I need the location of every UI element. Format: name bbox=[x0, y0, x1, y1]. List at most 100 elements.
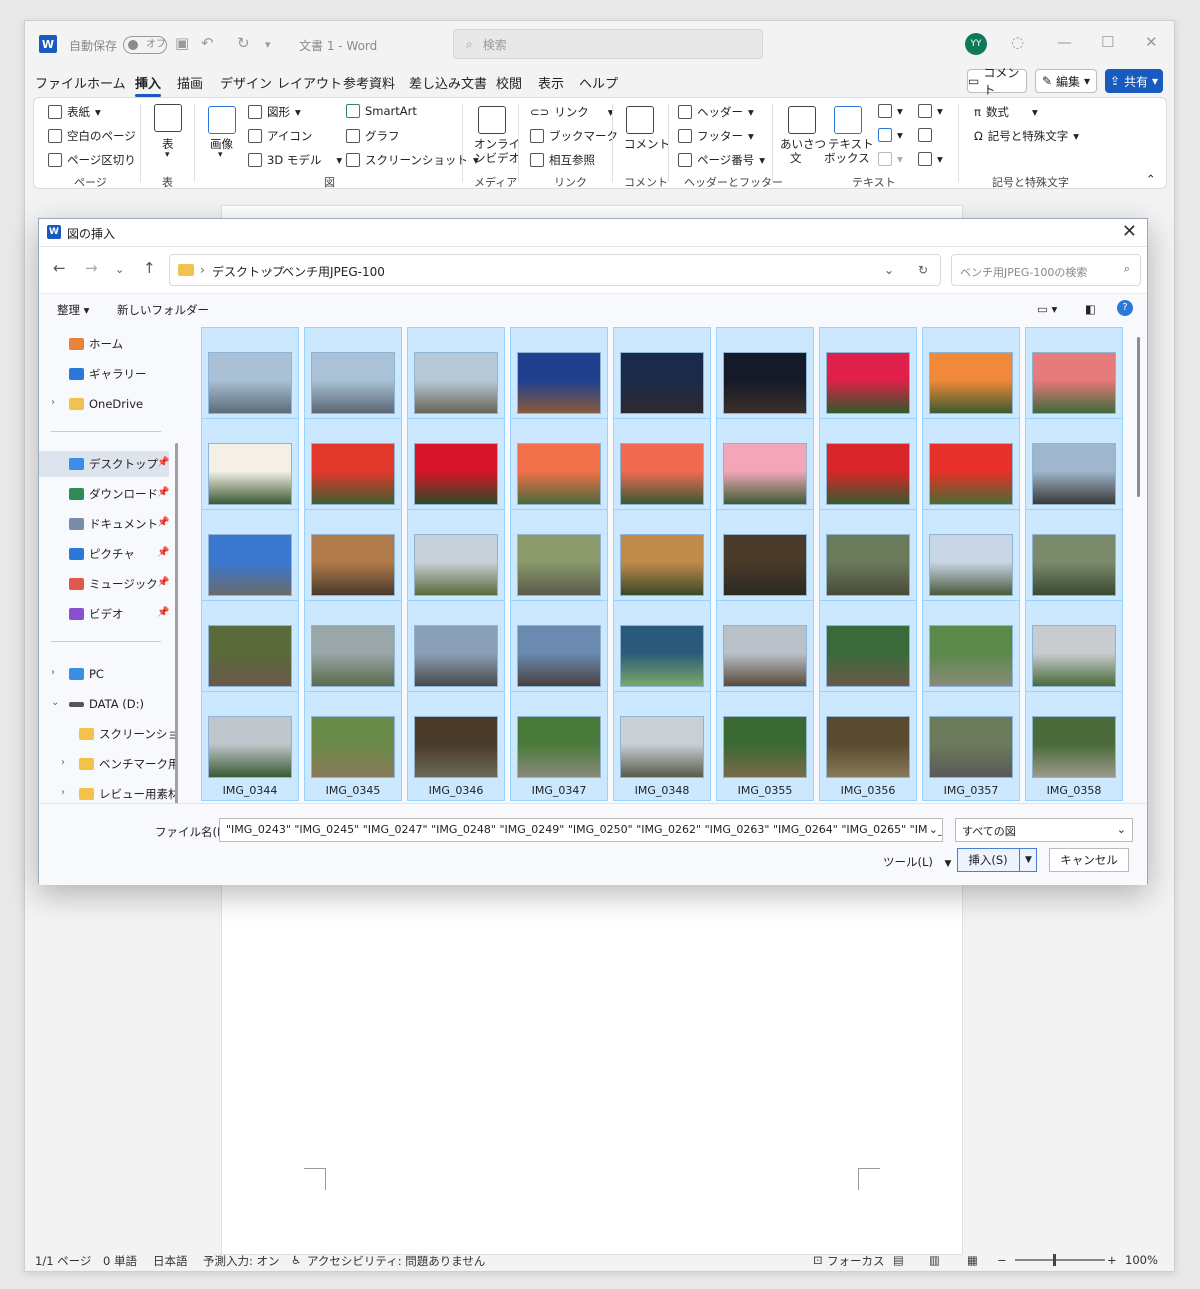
chevron-down-icon[interactable]: ▾ bbox=[218, 150, 223, 160]
drop-cap-button[interactable]: ▾ bbox=[878, 152, 903, 166]
object-button[interactable]: ▾ bbox=[918, 152, 943, 166]
chart-button[interactable]: グラフ bbox=[346, 128, 400, 144]
tab-draw[interactable]: 描画 bbox=[177, 73, 203, 92]
smartart-button[interactable]: SmartArt bbox=[346, 104, 417, 118]
comment-button[interactable]: ▭ コメント bbox=[967, 66, 1027, 97]
save-icon[interactable]: ▣ bbox=[175, 34, 189, 52]
pin-icon[interactable]: 📌 bbox=[157, 457, 169, 468]
autosave[interactable]: 自動保存 オフ bbox=[69, 36, 168, 54]
blank-page-button[interactable]: 空白のページ bbox=[48, 128, 136, 144]
lightbulb-icon[interactable]: ◌ bbox=[1011, 33, 1024, 51]
accessibility-status[interactable]: アクセシビリティ: 問題ありません bbox=[307, 1253, 485, 1269]
pin-icon[interactable]: 📌 bbox=[157, 577, 169, 588]
breadcrumb-desktop[interactable]: デスクトップ bbox=[212, 263, 284, 280]
folder-search-input[interactable]: ベンチ用JPEG-100の検索 ⌕ bbox=[951, 254, 1141, 286]
pin-icon[interactable]: 📌 bbox=[157, 547, 169, 558]
nav-item-music[interactable]: ミュージック bbox=[39, 571, 169, 597]
tab-insert[interactable]: 挿入 bbox=[135, 73, 162, 97]
wordart-button[interactable]: ▾ bbox=[878, 128, 903, 142]
cancel-button[interactable]: キャンセル bbox=[1049, 848, 1129, 872]
address-dropdown-icon[interactable]: ⌄ bbox=[884, 263, 894, 277]
new-comment-label[interactable]: コメント bbox=[624, 136, 670, 152]
screenshot-button[interactable]: スクリーンショット ▾ bbox=[346, 152, 479, 168]
file-tile[interactable]: IMG_0357 bbox=[922, 691, 1020, 801]
close-icon[interactable]: ✕ bbox=[1145, 33, 1158, 51]
view-options-icon[interactable]: ▭ ▾ bbox=[1037, 302, 1057, 316]
new-folder-button[interactable]: 新しいフォルダー bbox=[117, 302, 209, 318]
dialog-close-icon[interactable]: ✕ bbox=[1122, 221, 1137, 242]
file-tile[interactable]: IMG_0347 bbox=[510, 691, 608, 801]
file-grid-scrollbar[interactable] bbox=[1137, 337, 1140, 497]
tab-mailings[interactable]: 差し込み文書 bbox=[409, 73, 487, 92]
shapes-button[interactable]: 図形 ▾ bbox=[248, 104, 301, 120]
collapse-ribbon-icon[interactable]: ⌃ bbox=[1146, 172, 1156, 186]
tab-layout[interactable]: レイアウト bbox=[277, 73, 342, 92]
signature-line-button[interactable]: ▾ bbox=[918, 104, 943, 118]
nav-item-videos[interactable]: ビデオ bbox=[39, 601, 169, 627]
tab-home[interactable]: ホーム bbox=[87, 73, 126, 92]
insert-options-dropdown[interactable]: ▼ bbox=[1019, 848, 1037, 872]
text-box-icon[interactable] bbox=[834, 106, 862, 134]
online-video-icon[interactable] bbox=[478, 106, 506, 134]
language[interactable]: 日本語 bbox=[153, 1253, 188, 1269]
zoom-slider-thumb[interactable] bbox=[1053, 1254, 1056, 1266]
zoom-in-icon[interactable]: + bbox=[1107, 1253, 1117, 1267]
nav-item-review-assets[interactable]: レビュー用素材 bbox=[39, 781, 175, 803]
filename-input[interactable]: "IMG_0243" "IMG_0245" "IMG_0247" "IMG_02… bbox=[219, 818, 943, 842]
file-tile[interactable]: IMG_0346 bbox=[407, 691, 505, 801]
tab-review[interactable]: 校閲 bbox=[496, 73, 522, 92]
avatar[interactable]: YY bbox=[965, 33, 987, 55]
link-button[interactable]: ⊂⊃ リンク ▾ bbox=[530, 104, 614, 120]
pin-icon[interactable]: 📌 bbox=[157, 517, 169, 528]
table-icon[interactable] bbox=[154, 104, 182, 132]
chevron-down-icon[interactable]: ⌄ bbox=[926, 823, 938, 836]
share-button[interactable]: ⇪ 共有 ▾ bbox=[1105, 69, 1163, 93]
title-search-box[interactable]: ⌕ 検索 bbox=[453, 29, 763, 59]
nav-item-documents[interactable]: ドキュメント bbox=[39, 511, 169, 537]
edit-mode-button[interactable]: ✎ 編集 ▾ bbox=[1035, 69, 1097, 93]
nav-item-pc[interactable]: PC bbox=[39, 661, 169, 687]
minimize-icon[interactable]: — bbox=[1057, 33, 1072, 51]
tab-help[interactable]: ヘルプ bbox=[579, 73, 618, 92]
page-count[interactable]: 1/1 ページ bbox=[35, 1253, 91, 1269]
zoom-out-icon[interactable]: − bbox=[997, 1253, 1007, 1267]
web-layout-icon[interactable]: ▦ bbox=[967, 1253, 978, 1267]
cross-reference-button[interactable]: 相互参照 bbox=[530, 152, 595, 168]
greeting-label-1[interactable]: あいさつ bbox=[780, 136, 826, 152]
cover-page-button[interactable]: 表紙 ▾ bbox=[48, 104, 101, 120]
tools-button[interactable]: ツール(L) ▼ bbox=[883, 854, 951, 870]
tab-file[interactable]: ファイル bbox=[35, 73, 87, 92]
page-break-button[interactable]: ページ区切り bbox=[48, 152, 136, 168]
greeting-label-2[interactable]: 文 bbox=[790, 150, 802, 166]
nav-item-gallery[interactable]: ギャラリー bbox=[39, 361, 169, 387]
quick-parts-button[interactable]: ▾ bbox=[878, 104, 903, 118]
footer-button[interactable]: フッター ▾ bbox=[678, 128, 754, 144]
customize-quick-access-icon[interactable]: ▾ bbox=[265, 38, 271, 51]
preview-pane-icon[interactable]: ◧ bbox=[1085, 302, 1096, 316]
nav-item-downloads[interactable]: ダウンロード bbox=[39, 481, 169, 507]
text-box-label-2[interactable]: ボックス bbox=[824, 150, 870, 166]
symbol-button[interactable]: Ω 記号と特殊文字 ▾ bbox=[974, 128, 1079, 144]
tab-design[interactable]: デザイン bbox=[220, 73, 272, 92]
nav-item-home[interactable]: ホーム bbox=[39, 331, 169, 357]
file-tile[interactable]: IMG_0344 bbox=[201, 691, 299, 801]
equation-button[interactable]: π 数式 ▾ bbox=[974, 104, 1038, 120]
text-prediction[interactable]: 予測入力: オン bbox=[203, 1253, 280, 1269]
file-tile[interactable]: IMG_0358 bbox=[1025, 691, 1123, 801]
redo-icon[interactable]: ↻ bbox=[237, 34, 250, 52]
zoom-level[interactable]: 100% bbox=[1125, 1253, 1158, 1267]
file-tile[interactable]: IMG_0345 bbox=[304, 691, 402, 801]
nav-item-pictures[interactable]: ピクチャ bbox=[39, 541, 169, 567]
nav-item-screenshots[interactable]: スクリーンショット bbox=[39, 721, 175, 747]
picture-icon[interactable] bbox=[208, 106, 236, 134]
tab-view[interactable]: 表示 bbox=[538, 73, 564, 92]
help-icon[interactable]: ? bbox=[1117, 300, 1133, 316]
back-arrow-icon[interactable]: ← bbox=[53, 259, 66, 277]
header-button[interactable]: ヘッダー ▾ bbox=[678, 104, 754, 120]
organize-button[interactable]: 整理 ▾ bbox=[57, 302, 89, 318]
read-mode-icon[interactable]: ▤ bbox=[893, 1253, 904, 1267]
nav-item-data-drive[interactable]: DATA (D:) bbox=[39, 691, 169, 717]
pin-icon[interactable]: 📌 bbox=[157, 607, 169, 618]
recent-locations-icon[interactable]: ⌄ bbox=[115, 263, 124, 276]
address-bar[interactable]: › デスクトップ › ベンチ用JPEG-100 ⌄ ↻ bbox=[169, 254, 941, 286]
